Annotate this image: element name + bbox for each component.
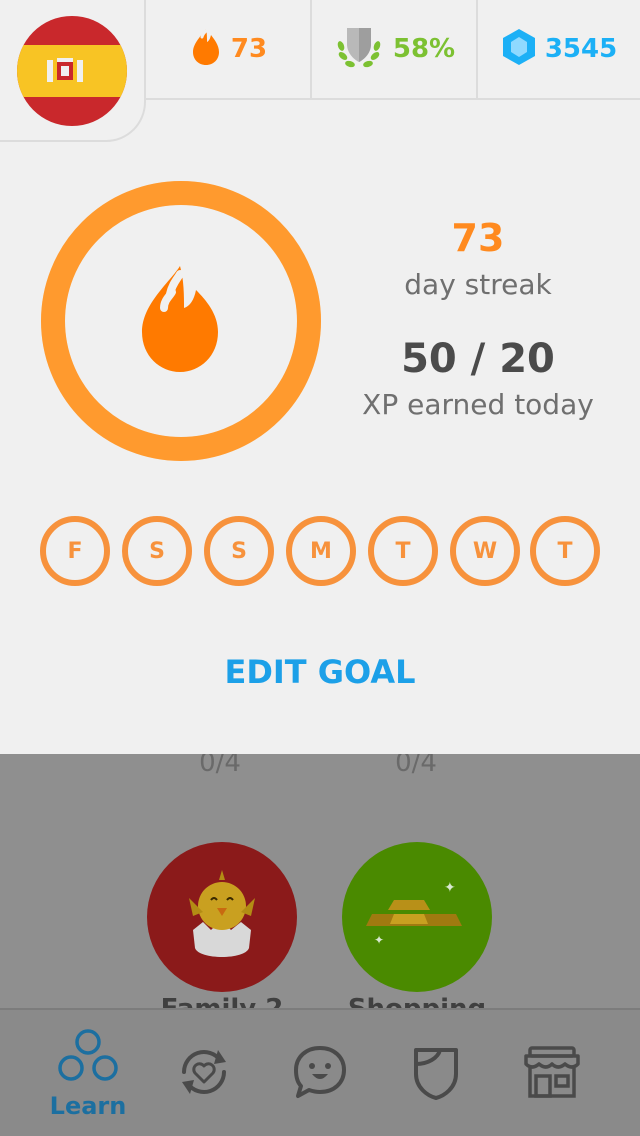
flame-icon	[189, 27, 223, 71]
clubs-chat-icon	[290, 1042, 350, 1106]
day-circle: T	[530, 516, 600, 586]
crown-percent: 58%	[392, 34, 456, 64]
gems-counter[interactable]: 3545	[476, 0, 640, 100]
gem-icon	[501, 27, 537, 71]
league-shield-icon	[408, 1042, 464, 1106]
xp-value: 50 / 20	[401, 336, 555, 382]
nav-clubs[interactable]	[256, 1010, 384, 1136]
skill-family-button[interactable]	[147, 842, 297, 992]
day-circle: S	[122, 516, 192, 586]
practice-heart-refresh-icon	[174, 1042, 234, 1106]
daily-goal-ring	[40, 180, 322, 462]
shield-laurel-icon	[333, 24, 385, 74]
bottom-navigation: Learn	[0, 1008, 640, 1136]
skill-label: Shopping	[327, 994, 507, 1008]
day-circle: T	[368, 516, 438, 586]
svg-text:✦: ✦	[444, 880, 456, 896]
day-circle: W	[450, 516, 520, 586]
streak-panel: 73 day streak 50 / 20 XP earned today F …	[0, 100, 640, 754]
skill-label: Family 2	[132, 994, 312, 1008]
course-selector[interactable]	[0, 0, 146, 142]
xp-label: XP earned today	[362, 388, 594, 421]
skill-shopping-button[interactable]: ✦ ✦	[342, 842, 492, 992]
chick-egg-icon	[175, 868, 269, 970]
week-days-row: F S S M T W T	[40, 516, 600, 588]
streak-counter[interactable]: 73	[144, 0, 310, 100]
shop-icon	[520, 1044, 584, 1104]
nav-shop[interactable]	[488, 1010, 616, 1136]
streak-value: 73	[451, 216, 505, 260]
nav-learn-label: Learn	[49, 1092, 127, 1120]
streak-count: 73	[230, 34, 268, 64]
learn-circles-icon	[56, 1028, 120, 1088]
streak-label: day streak	[404, 268, 552, 301]
crown-progress[interactable]: 58%	[310, 0, 476, 100]
nav-leagues[interactable]	[372, 1010, 500, 1136]
gem-count: 3545	[544, 34, 618, 64]
lesson-tree-dimmed: 0/4 0/4 ✦ ✦	[0, 754, 640, 1008]
lesson-progress: 0/4	[199, 754, 241, 778]
nav-practice[interactable]	[140, 1010, 268, 1136]
lesson-progress: 0/4	[395, 754, 437, 778]
gold-bars-icon: ✦ ✦	[364, 880, 472, 956]
spain-flag-icon	[17, 16, 127, 126]
nav-learn[interactable]: Learn	[24, 1010, 152, 1136]
day-circle: S	[204, 516, 274, 586]
flame-icon	[134, 262, 226, 382]
svg-text:✦: ✦	[374, 933, 384, 947]
edit-goal-button[interactable]: EDIT GOAL	[200, 648, 440, 696]
day-circle: F	[40, 516, 110, 586]
day-circle: M	[286, 516, 356, 586]
